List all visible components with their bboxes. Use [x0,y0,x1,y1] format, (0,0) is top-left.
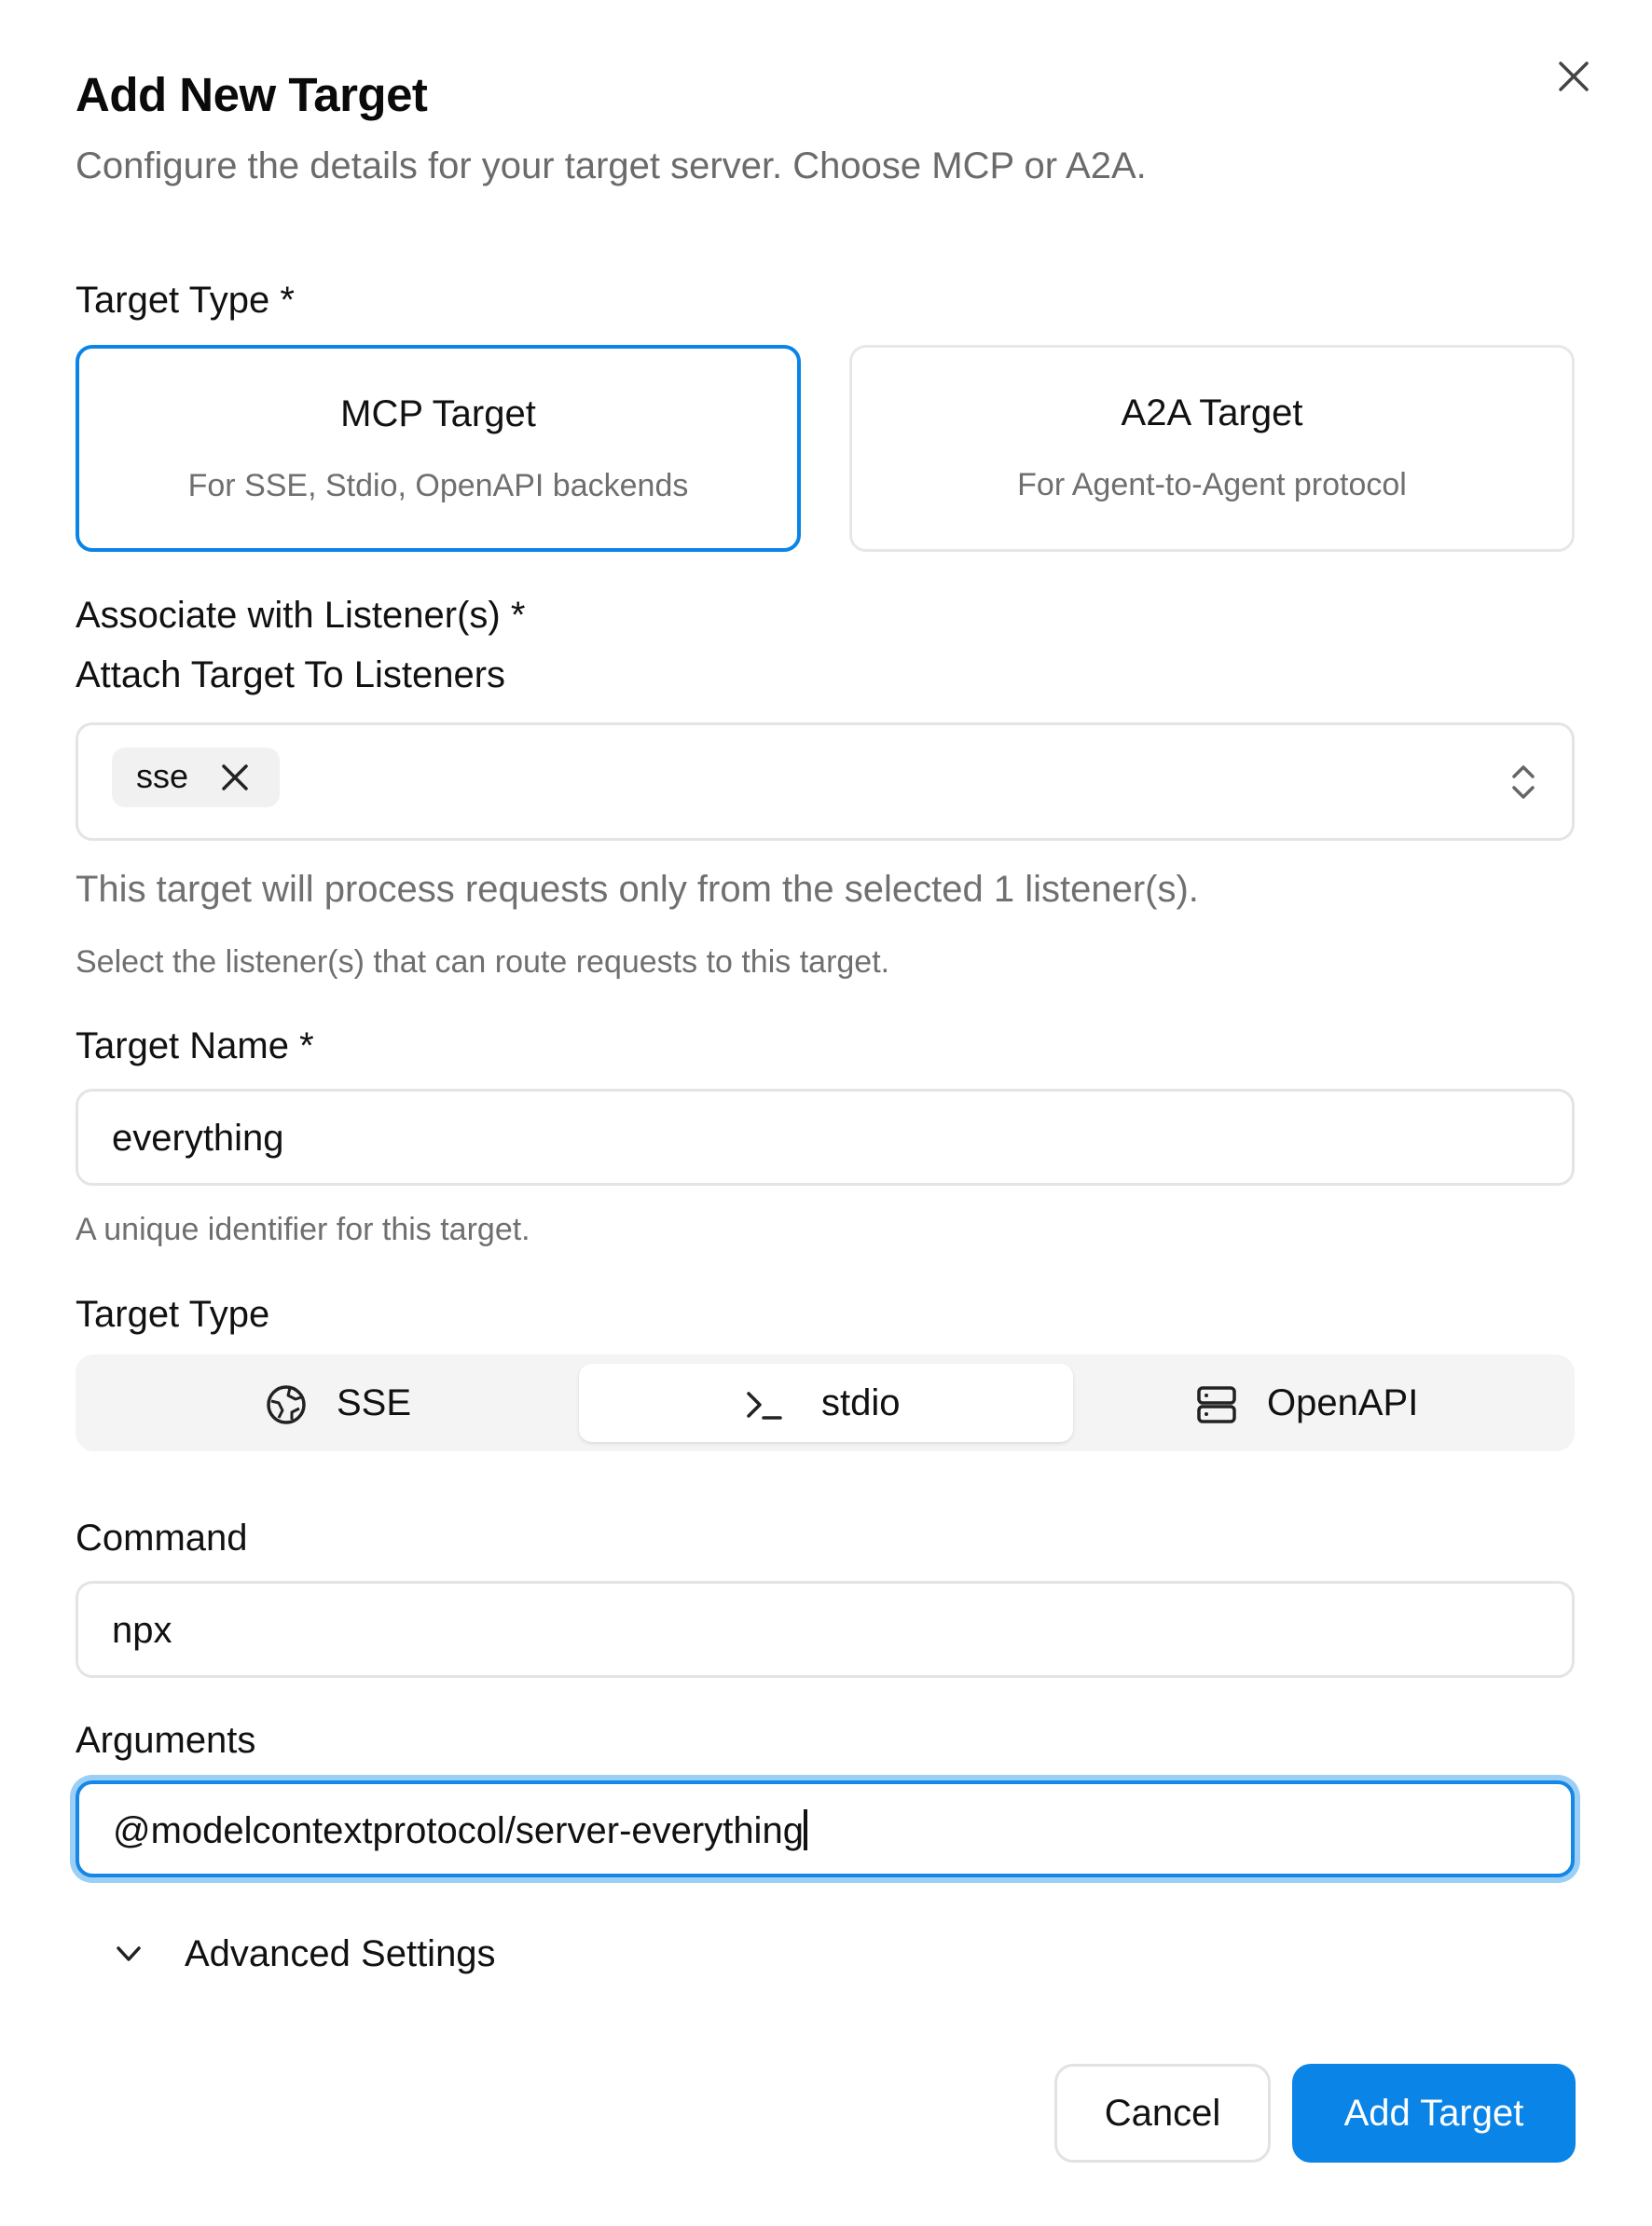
transport-label-stdio: stdio [821,1382,901,1423]
close-icon[interactable] [1553,56,1594,97]
arguments-label: Arguments [76,1720,256,1761]
target-name-help: A unique identifier for this target. [76,1212,530,1247]
target-type-label: Target Type * [76,280,295,321]
mcp-target-card[interactable]: MCP Target For SSE, Stdio, OpenAPI backe… [76,345,801,552]
target-name-label: Target Name * [76,1025,314,1066]
mcp-target-description: For SSE, Stdio, OpenAPI backends [187,468,689,503]
listener-multiselect[interactable]: sse [76,722,1575,841]
globe-icon [267,1385,306,1424]
transport-option-openapi[interactable]: OpenAPI [1073,1364,1567,1442]
transport-label-openapi: OpenAPI [1267,1382,1419,1423]
listener-info-text: This target will process requests only f… [76,869,1199,910]
attach-listeners-label: Attach Target To Listeners [76,654,506,695]
add-target-button[interactable]: Add Target [1292,2064,1576,2163]
target-name-input[interactable]: everything [76,1089,1575,1186]
transport-label-sse: SSE [337,1382,412,1423]
dialog-title: Add New Target [76,68,428,121]
command-input[interactable]: npx [76,1581,1575,1678]
command-label: Command [76,1518,248,1559]
target-name-value: everything [112,1118,284,1159]
mcp-target-title: MCP Target [340,393,536,434]
listener-chip: sse [112,748,280,807]
transport-option-sse[interactable]: SSE [85,1364,579,1442]
arguments-value: @modelcontextprotocol/server-everything [113,1810,804,1851]
a2a-target-description: For Agent-to-Agent protocol [1017,467,1407,502]
chevron-up-down-icon[interactable] [1505,761,1542,804]
listener-association-label: Associate with Listener(s) * [76,595,526,636]
a2a-target-title: A2A Target [1121,392,1303,433]
listener-chip-label: sse [136,757,189,795]
chevron-down-icon [117,1946,141,1961]
terminal-icon [747,1392,782,1420]
advanced-settings-label: Advanced Settings [185,1933,496,1974]
dialog-subtitle: Configure the details for your target se… [76,145,1147,186]
transport-option-stdio[interactable]: stdio [579,1364,1073,1442]
command-value: npx [112,1610,172,1651]
advanced-settings-toggle[interactable]: Advanced Settings [110,1928,558,1984]
cancel-button[interactable]: Cancel [1054,2064,1271,2163]
listener-help-text: Select the listener(s) that can route re… [76,944,890,980]
text-caret [803,1809,807,1850]
arguments-input[interactable]: @modelcontextprotocol/server-everything [76,1780,1575,1877]
transport-type-label: Target Type [76,1294,270,1335]
transport-segmented-control: SSE stdio OpenAPI [76,1354,1575,1451]
remove-chip-icon[interactable] [218,761,252,794]
a2a-target-card[interactable]: A2A Target For Agent-to-Agent protocol [849,345,1575,552]
server-icon [1197,1386,1236,1423]
